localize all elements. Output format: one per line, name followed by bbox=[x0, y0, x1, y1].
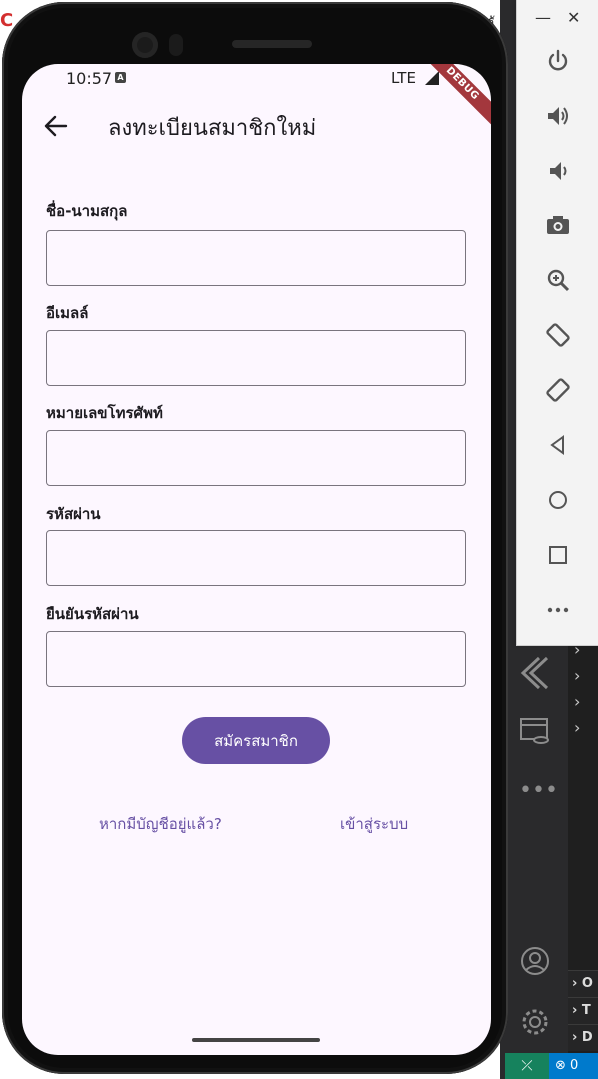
confirm-password-input[interactable] bbox=[46, 631, 466, 687]
ide-panel-row[interactable]: › T bbox=[568, 997, 598, 1024]
signal-icon bbox=[425, 71, 439, 85]
back-icon[interactable] bbox=[541, 428, 575, 462]
password-label: รหัสผ่าน bbox=[46, 505, 101, 523]
tree-chevron-icon[interactable]: › bbox=[574, 666, 580, 685]
have-account-text: หากมีบัญชีอยู่แล้ว? bbox=[99, 815, 222, 833]
page-title: ลงทะเบียนสมาชิกใหม่ bbox=[108, 116, 317, 141]
close-icon[interactable]: ✕ bbox=[567, 8, 580, 27]
fullname-label: ชื่อ-นามสกุล bbox=[46, 202, 128, 220]
ide-panel-row[interactable]: › D bbox=[568, 1024, 598, 1051]
status-errors[interactable]: ⊗ 0 bbox=[555, 1053, 578, 1079]
phone-input[interactable] bbox=[46, 430, 466, 486]
email-input[interactable] bbox=[46, 330, 466, 386]
power-icon[interactable] bbox=[541, 44, 575, 78]
password-input[interactable] bbox=[46, 530, 466, 586]
back-arrow-icon[interactable] bbox=[42, 112, 70, 140]
fullname-input[interactable] bbox=[46, 230, 466, 286]
home-indicator[interactable] bbox=[192, 1038, 320, 1042]
notification-icon: A bbox=[115, 72, 126, 83]
confirm-password-label: ยืนยันรหัสผ่าน bbox=[46, 605, 139, 623]
tree-chevron-icon[interactable]: › bbox=[574, 718, 580, 737]
remote-indicator-icon[interactable]: ⤫ bbox=[505, 1053, 549, 1079]
login-link[interactable]: เข้าสู่ระบบ bbox=[340, 812, 408, 836]
minimize-icon[interactable]: — bbox=[535, 8, 551, 27]
home-icon[interactable] bbox=[541, 483, 575, 517]
desktop-app-glyph: C bbox=[0, 10, 14, 31]
phone-screen: 10:57 A LTE DEBUG ลงทะเบียนสมาชิกใหม่ ชื… bbox=[22, 64, 491, 1055]
rotate-right-icon[interactable] bbox=[541, 373, 575, 407]
ide-panel-row[interactable]: › O bbox=[568, 970, 598, 997]
phone-label: หมายเลขโทรศัพท์ bbox=[46, 404, 163, 422]
volume-up-icon[interactable] bbox=[541, 99, 575, 133]
rotate-left-icon[interactable] bbox=[541, 318, 575, 352]
proximity-sensor bbox=[169, 34, 183, 56]
status-time: 10:57 bbox=[66, 69, 113, 88]
app-bar: ลงทะเบียนสมาชิกใหม่ bbox=[22, 104, 491, 150]
status-network: LTE bbox=[391, 69, 416, 87]
volume-down-icon[interactable] bbox=[541, 154, 575, 188]
settings-gear-icon[interactable] bbox=[519, 1006, 551, 1043]
email-label: อีเมลล์ bbox=[46, 304, 89, 322]
front-camera bbox=[132, 32, 158, 58]
flutter-icon[interactable] bbox=[519, 656, 551, 695]
emulator-toolbar: — ✕ bbox=[516, 0, 598, 646]
ide-panel-rows: › O › T › D bbox=[568, 970, 598, 1051]
account-icon[interactable] bbox=[519, 945, 551, 982]
phone-frame: 10:57 A LTE DEBUG ลงทะเบียนสมาชิกใหม่ ชื… bbox=[2, 2, 508, 1074]
ide-activity-bar: ••• bbox=[505, 640, 567, 1060]
camera-icon[interactable] bbox=[541, 208, 575, 242]
more-activity-icon[interactable]: ••• bbox=[519, 780, 558, 802]
remote-explorer-icon[interactable] bbox=[519, 716, 551, 753]
overview-icon[interactable] bbox=[541, 538, 575, 572]
tree-chevron-icon[interactable]: › bbox=[574, 692, 580, 711]
more-icon[interactable] bbox=[541, 593, 575, 627]
zoom-icon[interactable] bbox=[541, 263, 575, 297]
register-button[interactable]: สมัครสมาชิก bbox=[182, 717, 330, 764]
earpiece-speaker bbox=[232, 40, 312, 48]
ide-status-bar: ⤫ ⊗ 0 bbox=[505, 1053, 598, 1079]
